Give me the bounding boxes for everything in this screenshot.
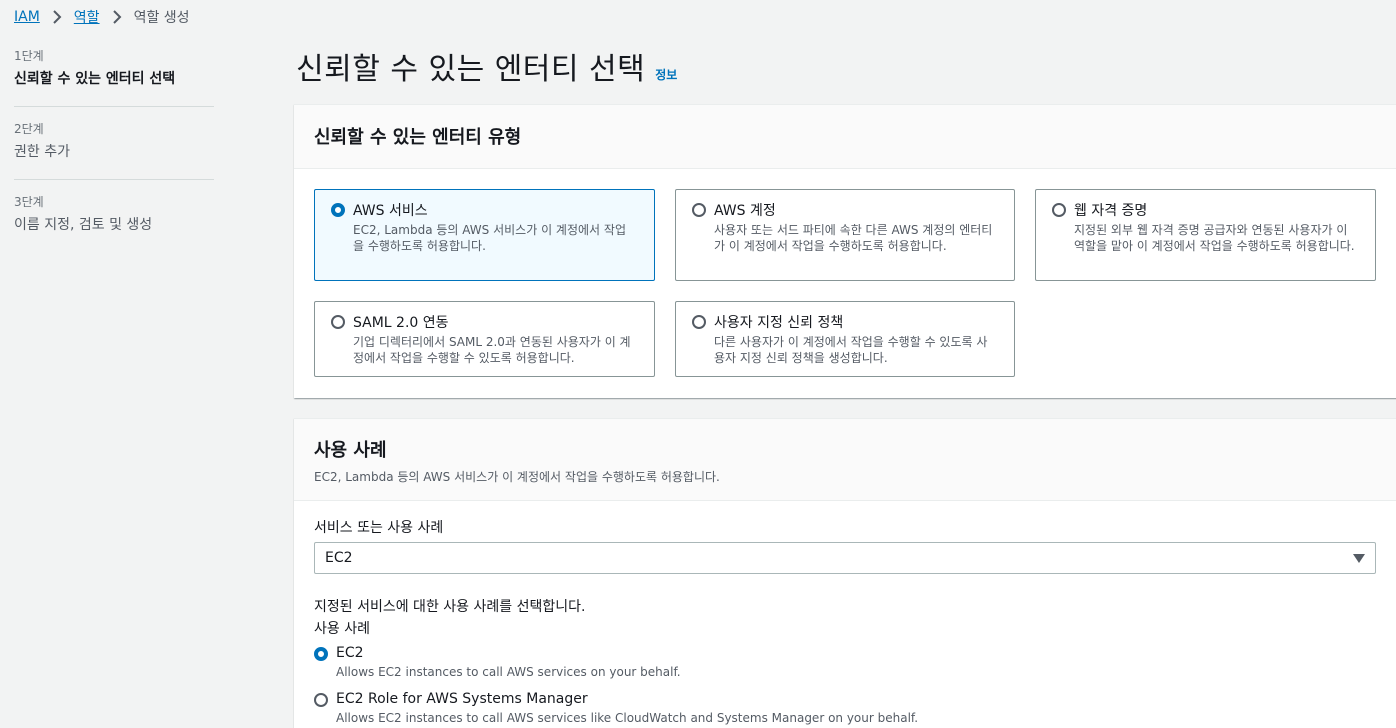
tile-description: 기업 디렉터리에서 SAML 2.0과 연동된 사용자가 이 계정에서 작업을 … bbox=[353, 335, 631, 365]
tile-description: 사용자 또는 서드 파티에 속한 다른 AWS 계정의 엔터티가 이 계정에서 … bbox=[714, 223, 993, 253]
tile-custom-trust-policy[interactable]: 사용자 지정 신뢰 정책 다른 사용자가 이 계정에서 작업을 수행할 수 있도… bbox=[675, 301, 1015, 377]
step-number: 2단계 bbox=[14, 122, 44, 136]
tile-title: AWS 계정 bbox=[714, 203, 776, 219]
option-title: EC2 Role for AWS Systems Manager bbox=[336, 691, 588, 707]
page-title: 신뢰할 수 있는 엔터티 선택 bbox=[296, 52, 646, 87]
step-name: 권한 추가 bbox=[14, 144, 70, 160]
tile-description: 다른 사용자가 이 계정에서 작업을 수행할 수 있도록 사용자 지정 신뢰 정… bbox=[714, 335, 988, 365]
breadcrumb-iam-link[interactable]: IAM bbox=[14, 9, 40, 25]
step-number: 1단계 bbox=[14, 49, 44, 63]
tile-description: 지정된 외부 웹 자격 증명 공급자와 연동된 사용자가 이 역할을 맡아 이 … bbox=[1074, 223, 1355, 253]
step-name: 이름 지정, 검토 및 생성 bbox=[14, 217, 153, 233]
panel-heading: 신뢰할 수 있는 엔터티 유형 bbox=[314, 127, 522, 148]
tile-title: 사용자 지정 신뢰 정책 bbox=[714, 315, 844, 331]
panel-header: 신뢰할 수 있는 엔터티 유형 bbox=[294, 105, 1396, 169]
tile-saml-federation[interactable]: SAML 2.0 연동 기업 디렉터리에서 SAML 2.0과 연동된 사용자가… bbox=[314, 301, 655, 377]
radio-icon bbox=[331, 315, 345, 329]
service-select-value: EC2 bbox=[325, 550, 353, 566]
use-case-option-ec2-ssm[interactable]: EC2 Role for AWS Systems Manager Allows … bbox=[314, 691, 1014, 727]
panel-heading: 사용 사례 bbox=[314, 440, 387, 461]
step-1[interactable]: 1단계 신뢰할 수 있는 엔터티 선택 bbox=[14, 48, 214, 107]
radio-icon bbox=[692, 203, 706, 217]
radio-icon bbox=[331, 203, 345, 217]
chevron-right-icon bbox=[52, 10, 62, 24]
option-description: Allows EC2 instances to call AWS service… bbox=[336, 711, 919, 725]
radio-icon bbox=[314, 693, 328, 707]
radio-icon bbox=[692, 315, 706, 329]
step-number: 3단계 bbox=[14, 195, 44, 209]
radio-icon bbox=[314, 647, 328, 661]
info-link[interactable]: 정보 bbox=[655, 66, 677, 83]
use-case-label: 사용 사례 bbox=[314, 621, 370, 637]
tile-title: AWS 서비스 bbox=[353, 203, 428, 219]
use-case-option-ec2[interactable]: EC2 Allows EC2 instances to call AWS ser… bbox=[314, 645, 1014, 681]
breadcrumb-roles-link[interactable]: 역할 bbox=[74, 7, 100, 27]
choose-use-case-text: 지정된 서비스에 대한 사용 사례를 선택합니다. bbox=[314, 599, 586, 615]
option-description: Allows EC2 instances to call AWS service… bbox=[336, 665, 681, 679]
step-name: 신뢰할 수 있는 엔터티 선택 bbox=[14, 71, 176, 87]
tile-aws-service[interactable]: AWS 서비스 EC2, Lambda 등의 AWS 서비스가 이 계정에서 작… bbox=[314, 189, 655, 281]
tile-web-identity[interactable]: 웹 자격 증명 지정된 외부 웹 자격 증명 공급자와 연동된 사용자가 이 역… bbox=[1035, 189, 1376, 281]
tile-description: EC2, Lambda 등의 AWS 서비스가 이 계정에서 작업을 수행하도록… bbox=[353, 223, 626, 253]
option-title: EC2 bbox=[336, 645, 364, 661]
tile-aws-account[interactable]: AWS 계정 사용자 또는 서드 파티에 속한 다른 AWS 계정의 엔터티가 … bbox=[675, 189, 1015, 281]
panel-description: EC2, Lambda 등의 AWS 서비스가 이 계정에서 작업을 수행하도록… bbox=[314, 470, 720, 484]
wizard-steps: 1단계 신뢰할 수 있는 엔터티 선택 2단계 권한 추가 3단계 이름 지정,… bbox=[14, 48, 214, 266]
breadcrumb: IAM 역할 역할 생성 bbox=[14, 6, 190, 28]
step-3[interactable]: 3단계 이름 지정, 검토 및 생성 bbox=[14, 194, 214, 252]
chevron-right-icon bbox=[112, 10, 122, 24]
caret-down-icon bbox=[1353, 553, 1365, 563]
tile-title: 웹 자격 증명 bbox=[1074, 203, 1148, 219]
step-2[interactable]: 2단계 권한 추가 bbox=[14, 121, 214, 180]
tile-title: SAML 2.0 연동 bbox=[353, 315, 449, 331]
service-select[interactable]: EC2 bbox=[314, 542, 1376, 574]
panel-header: 사용 사례 EC2, Lambda 등의 AWS 서비스가 이 계정에서 작업을… bbox=[294, 419, 1396, 501]
service-label: 서비스 또는 사용 사례 bbox=[314, 520, 444, 536]
page-header: 신뢰할 수 있는 엔터티 선택 정보 bbox=[296, 44, 677, 88]
radio-icon bbox=[1052, 203, 1066, 217]
breadcrumb-current: 역할 생성 bbox=[133, 10, 190, 26]
